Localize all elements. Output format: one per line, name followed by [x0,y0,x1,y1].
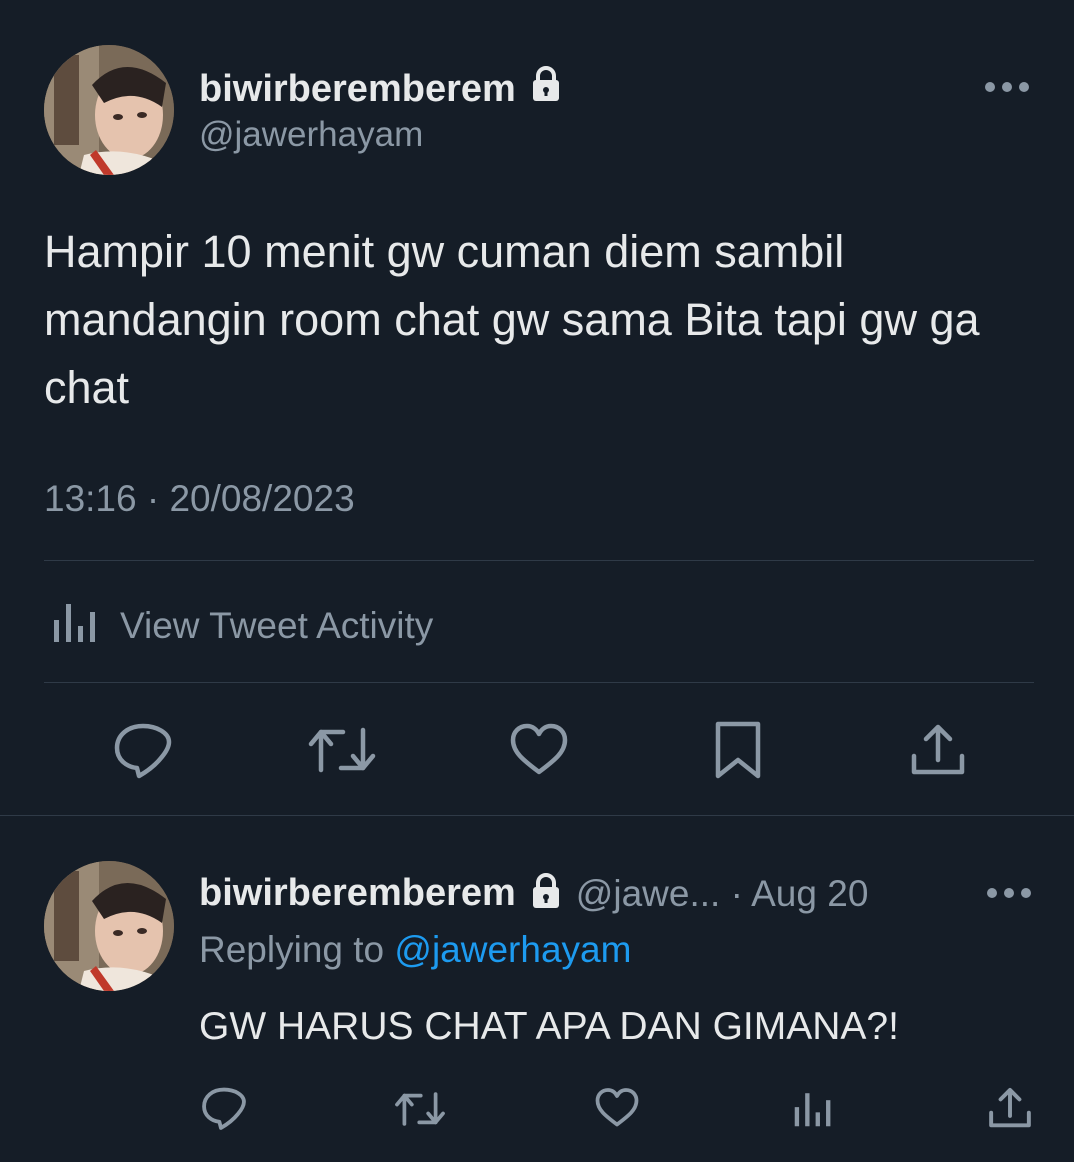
replying-to-label: Replying to [199,929,395,970]
display-name[interactable]: biwirberemberem [199,68,516,111]
divider [44,560,1034,561]
timestamp[interactable]: 13:16 · 20/08/2023 [44,478,355,520]
reply-text: GW HARUS CHAT APA DAN GIMANA?! [199,1005,899,1048]
analytics-icon[interactable] [793,1088,833,1128]
handle-and-date[interactable]: @jawe... · Aug 20 [576,873,869,915]
replying-to: Replying to @jawerhayam [199,929,631,971]
more-horizontal-icon[interactable] [985,82,1029,92]
like-icon[interactable] [509,722,569,778]
replying-to-handle[interactable]: @jawerhayam [394,929,631,970]
display-name[interactable]: biwirberemberem [199,872,516,915]
reply-icon[interactable] [201,1085,247,1131]
lock-icon [530,873,562,914]
avatar[interactable] [44,861,174,991]
tweet-separator [0,815,1074,816]
lock-icon [530,66,562,112]
retweet-icon[interactable] [307,722,377,778]
retweet-icon[interactable] [394,1088,446,1130]
view-tweet-activity[interactable]: View Tweet Activity [52,598,433,653]
share-icon[interactable] [988,1086,1032,1130]
avatar[interactable] [44,45,174,175]
view-tweet-activity-label: View Tweet Activity [120,604,434,646]
more-horizontal-icon[interactable] [987,888,1031,898]
divider [44,682,1034,683]
handle[interactable]: @jawerhayam [199,115,423,155]
tweet-text: Hampir 10 menit gw cuman diem sambil man… [44,226,980,413]
bookmark-icon[interactable] [713,720,763,780]
share-icon[interactable] [910,722,966,778]
like-icon[interactable] [594,1087,640,1129]
analytics-icon [52,598,98,653]
reply-icon[interactable] [113,720,173,780]
